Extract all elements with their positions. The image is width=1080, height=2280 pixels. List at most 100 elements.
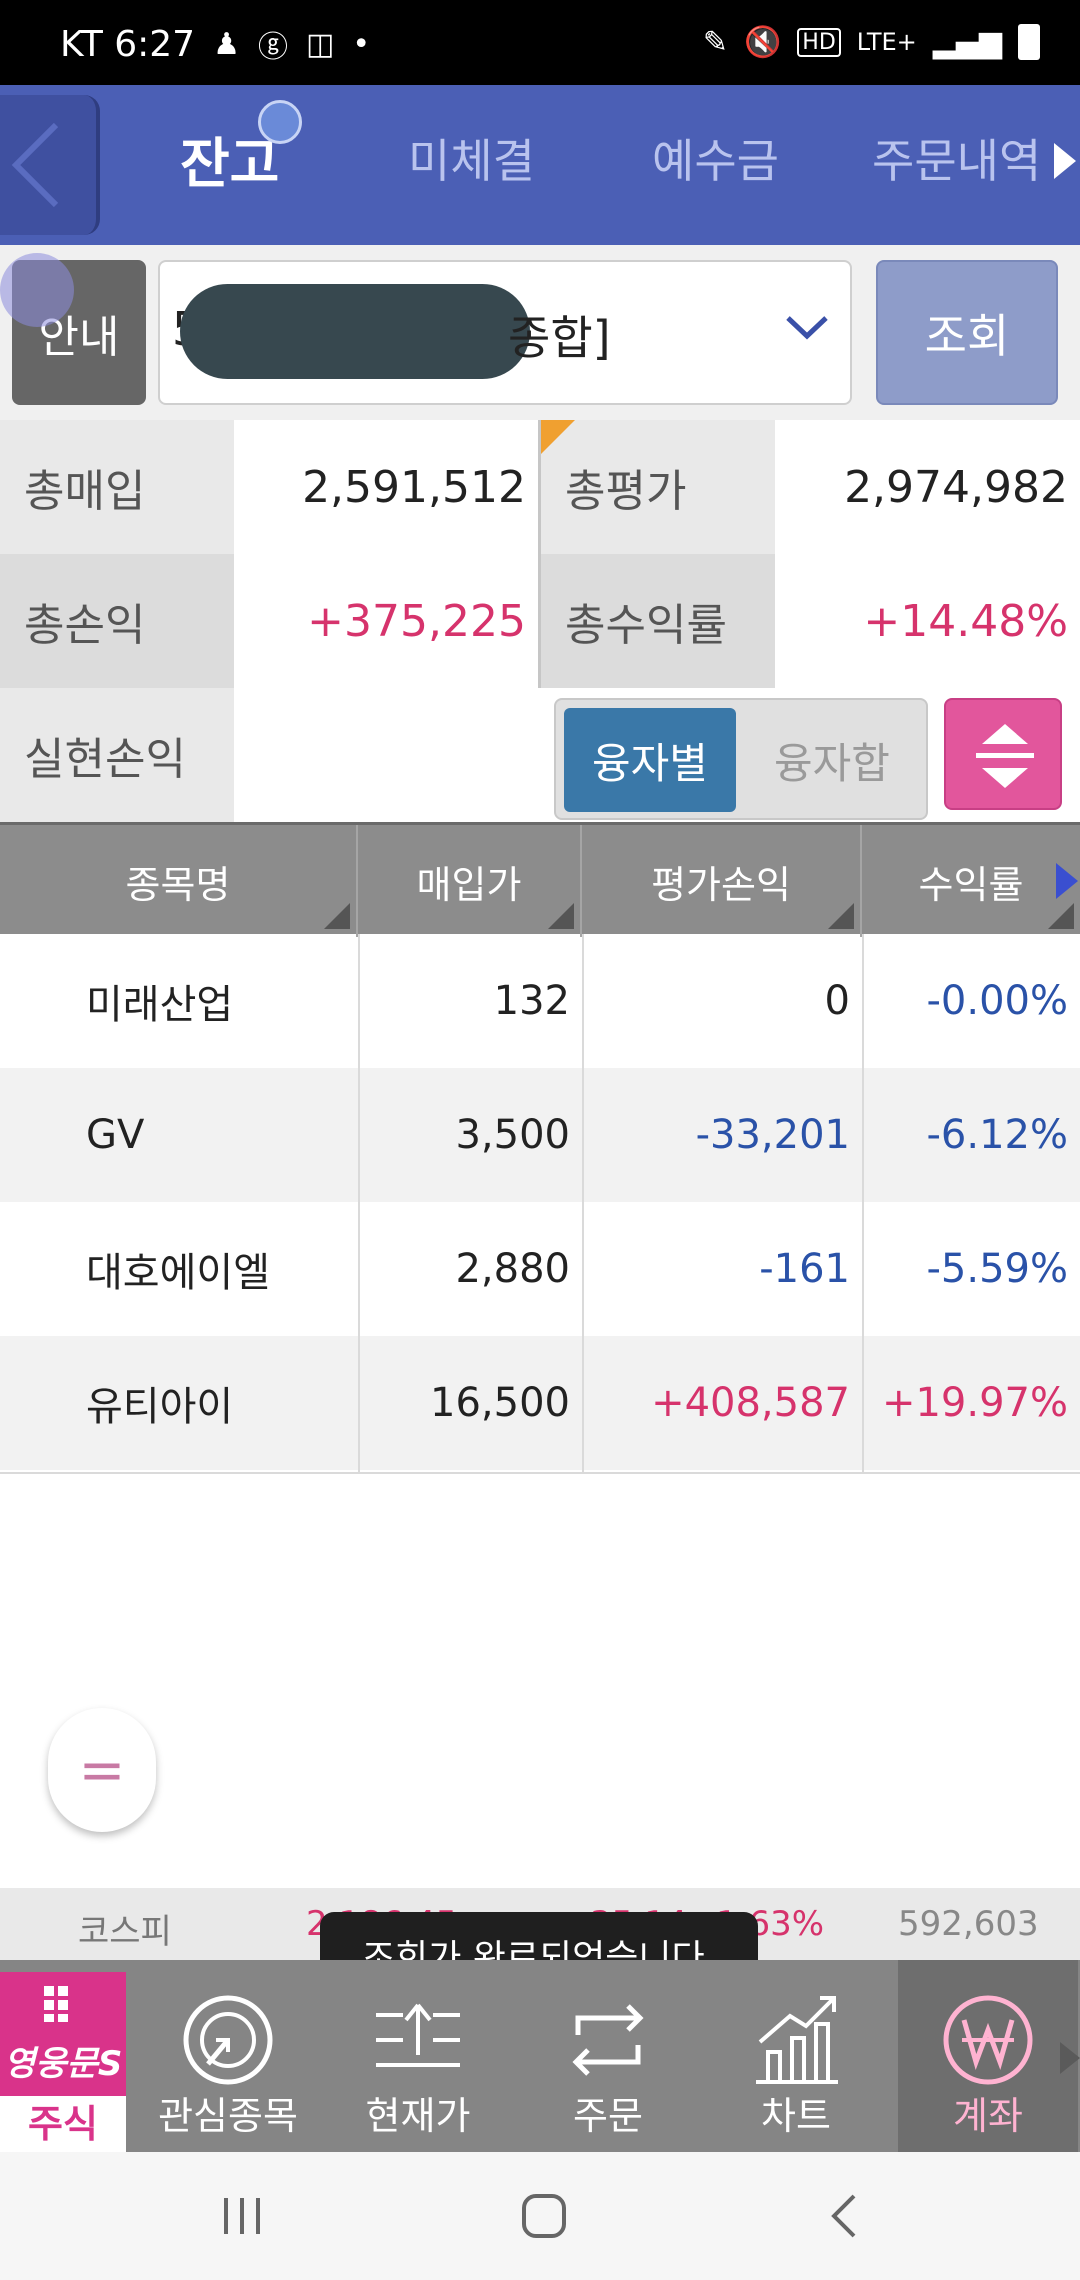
total-return-label: 총수익률	[541, 554, 775, 688]
loan-toggle-group: 융자별 융자합	[554, 698, 928, 820]
col-header-price[interactable]: 매입가	[358, 825, 582, 937]
order-swap-icon	[572, 2004, 644, 2076]
toggle-by-loan[interactable]: 융자별	[564, 708, 736, 812]
return-rate: +19.97%	[881, 1380, 1068, 1426]
pen-icon: ✎	[702, 24, 728, 60]
purchase-price: 3,500	[455, 1112, 570, 1158]
floating-menu-button[interactable]: =	[48, 1708, 156, 1832]
menu-order[interactable]: 주문	[518, 1960, 698, 2152]
eval-pl: 0	[824, 978, 850, 1024]
sort-corner-icon	[1048, 903, 1074, 929]
status-bar: KT 6:27 ♟ ⓖ ◫ • ✎ 🔇 HD LTE+ ▂▄▆	[0, 0, 1080, 85]
top-tab-bar: 잔고 미체결 예수금 주문내역	[0, 85, 1080, 245]
stock-name: 미래산업	[86, 982, 234, 1028]
grid-icon	[44, 1986, 68, 2022]
purchase-price: 16,500	[430, 1380, 570, 1426]
menu-order-label: 주문	[573, 2094, 643, 2138]
column-divider	[582, 934, 584, 1474]
return-rate: -5.59%	[926, 1246, 1068, 1292]
menu-current-price[interactable]: 현재가	[328, 1960, 508, 2152]
corner-flag-icon	[541, 420, 575, 454]
balance-summary: 총매입 2,591,512 총평가 2,974,982 총손익 +375,225…	[0, 420, 1080, 822]
network-label: LTE+	[856, 28, 917, 56]
refresh-badge-icon	[258, 100, 302, 144]
realized-pl-value	[234, 688, 538, 822]
menu-chart[interactable]: 차트	[706, 1960, 886, 2152]
brand-name: 영웅문S	[4, 2044, 123, 2084]
dot-icon: •	[352, 26, 371, 62]
eval-pl: -33,201	[695, 1112, 850, 1158]
current-price-icon	[376, 2003, 460, 2067]
menu-watchlist[interactable]: 관심종목	[138, 1960, 318, 2152]
equals-icon: =	[78, 1737, 126, 1803]
total-pl-label: 총손익	[0, 554, 234, 688]
back-nav-icon[interactable]	[826, 2192, 862, 2240]
total-purchase-value: 2,591,512	[234, 420, 538, 554]
back-button[interactable]	[0, 95, 100, 235]
query-button[interactable]: 조회	[876, 260, 1058, 405]
table-row[interactable]: 미래산업 132 0 -0.00%	[0, 934, 1080, 1068]
stock-name: 유티아이	[86, 1384, 234, 1430]
bottom-menu: 영웅문S 주식 관심종목 현재가 주문 차트 계좌	[0, 1960, 1080, 2152]
table-scroll-right-icon[interactable]	[1056, 863, 1078, 899]
sort-corner-icon	[548, 903, 574, 929]
brand-logo: 영웅문S	[0, 1972, 126, 2096]
floating-pen-icon[interactable]	[0, 253, 74, 327]
menu-stock[interactable]: 영웅문S 주식	[0, 1972, 126, 2152]
chart-icon	[756, 1996, 838, 2084]
return-rate: -6.12%	[926, 1112, 1068, 1158]
stock-name: GV	[86, 1112, 145, 1158]
toggle-loan-sum[interactable]: 융자합	[746, 708, 918, 812]
home-icon[interactable]	[520, 2192, 568, 2240]
col-header-return[interactable]: 수익률	[862, 825, 1080, 937]
total-eval-label: 총평가	[541, 420, 775, 554]
total-return-value: +14.48%	[775, 554, 1080, 688]
eval-pl: -161	[759, 1246, 850, 1292]
chevron-down-icon	[786, 316, 828, 340]
col-header-pl[interactable]: 평가손익	[582, 825, 862, 937]
table-bottom-border	[0, 1472, 1080, 1474]
menu-account[interactable]: 계좌	[898, 1960, 1078, 2152]
purchase-price: 2,880	[455, 1246, 570, 1292]
tab-deposit[interactable]: 예수금	[652, 125, 779, 191]
battery-icon	[1018, 24, 1040, 60]
col-header-return-label: 수익률	[918, 862, 1024, 907]
watchlist-icon	[183, 1995, 273, 2085]
trade-volume: 592,603	[898, 1904, 1039, 1944]
total-pl-value: +375,225	[234, 554, 538, 688]
account-select[interactable]: 5 종합]	[158, 260, 852, 405]
expand-collapse-button[interactable]	[944, 698, 1062, 810]
table-row[interactable]: 대호에이엘 2,880 -161 -5.59%	[0, 1202, 1080, 1336]
holdings-table-header: 종목명 매입가 평가손익 수익률	[0, 822, 1080, 937]
table-row[interactable]: GV 3,500 -33,201 -6.12%	[0, 1068, 1080, 1202]
menu-chart-label: 차트	[761, 2094, 831, 2138]
col-header-price-label: 매입가	[416, 862, 522, 907]
col-header-name[interactable]: 종목명	[0, 825, 358, 937]
sort-corner-icon	[828, 903, 854, 929]
menu-watchlist-label: 관심종목	[158, 2094, 298, 2138]
account-redaction	[180, 284, 530, 379]
summary-divider	[538, 420, 541, 688]
carrier-time: KT 6:27	[60, 23, 196, 65]
total-eval-value: 2,974,982	[775, 420, 1080, 554]
g-app-icon: ⓖ	[258, 30, 288, 65]
tab-scroll-right-icon[interactable]	[1054, 143, 1076, 179]
recent-apps-icon[interactable]	[220, 2192, 264, 2240]
won-coin-icon	[943, 1995, 1033, 2085]
return-rate: -0.00%	[926, 978, 1068, 1024]
sort-corner-icon	[324, 903, 350, 929]
mute-icon: 🔇	[743, 24, 782, 60]
table-row[interactable]: 유티아이 16,500 +408,587 +19.97%	[0, 1336, 1080, 1470]
menu-account-label: 계좌	[953, 2094, 1023, 2138]
menu-stock-label: 주식	[28, 2102, 98, 2146]
up-down-arrows-icon	[976, 724, 1034, 788]
hd-icon: HD	[797, 27, 841, 57]
column-divider	[862, 934, 864, 1474]
back-arrow-icon	[11, 122, 59, 208]
index-name: 코스피	[78, 1912, 172, 1952]
stock-name: 대호에이엘	[86, 1250, 270, 1296]
menu-scroll-right-icon[interactable]	[1060, 2042, 1080, 2074]
tab-order-history[interactable]: 주문내역	[872, 125, 1041, 191]
purchase-price: 132	[493, 978, 570, 1024]
tab-unfilled[interactable]: 미체결	[408, 125, 535, 191]
